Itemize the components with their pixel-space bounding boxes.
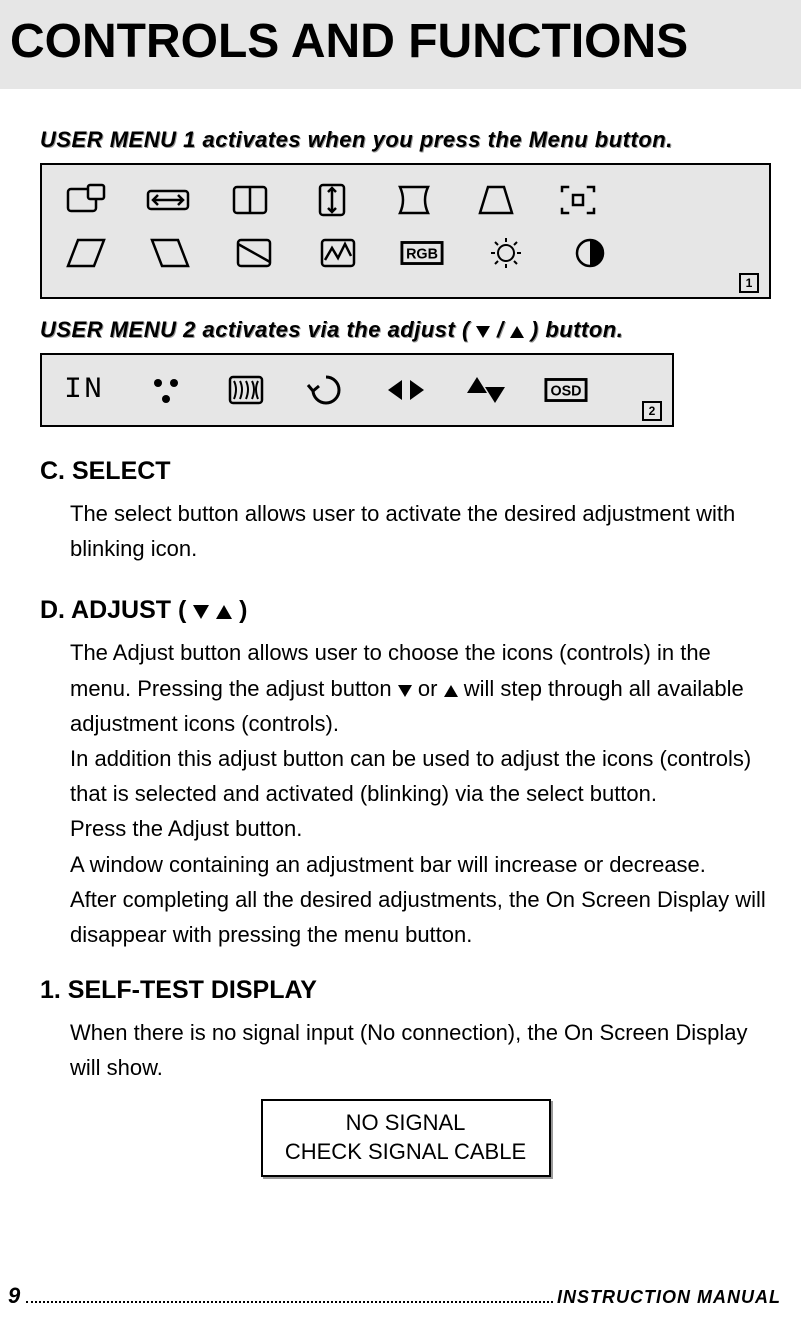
svg-text:RGB: RGB bbox=[406, 247, 438, 263]
section-c-heading: C. SELECT bbox=[40, 457, 771, 486]
brightness-icon bbox=[484, 234, 528, 272]
section-d-p1: The Adjust button allows user to choose … bbox=[70, 635, 771, 741]
h-size-icon bbox=[146, 181, 190, 219]
footer: 9 INSTRUCTION MANUAL bbox=[8, 1283, 781, 1309]
menu1-heading: USER MENU 1 activates when you press the… bbox=[40, 127, 771, 153]
up-triangle-icon bbox=[510, 326, 524, 338]
osd-icon: OSD bbox=[544, 371, 588, 409]
footer-label: INSTRUCTION MANUAL bbox=[557, 1287, 781, 1308]
rgb-icon: RGB bbox=[400, 234, 444, 272]
section-d-heading-pre: D. ADJUST ( bbox=[40, 596, 186, 624]
input-text-icon: IN bbox=[64, 371, 108, 409]
convergence-icon bbox=[144, 371, 188, 409]
section-d-p1-mid: or bbox=[418, 676, 444, 701]
down-triangle-icon bbox=[398, 685, 412, 697]
section-d-p3: Press the Adjust button. bbox=[70, 811, 771, 846]
pincushion-icon bbox=[392, 181, 436, 219]
section-c: C. SELECT The select button allows user … bbox=[40, 457, 771, 566]
footer-dots bbox=[26, 1301, 553, 1303]
moire-icon bbox=[224, 371, 268, 409]
parallelogram-right-icon bbox=[148, 234, 192, 272]
section-d-heading-post: ) bbox=[239, 596, 247, 624]
recall-icon bbox=[304, 371, 348, 409]
h-position-icon bbox=[228, 181, 272, 219]
menu2-heading: USER MENU 2 activates via the adjust ( /… bbox=[40, 317, 771, 343]
title-bar: CONTROLS AND FUNCTIONS bbox=[0, 0, 801, 89]
page-number: 9 bbox=[8, 1283, 20, 1309]
menu2-heading-post: ) button. bbox=[531, 317, 623, 342]
section-1-body: When there is no signal input (No connec… bbox=[70, 1015, 771, 1085]
no-signal-line2: CHECK SIGNAL CABLE bbox=[275, 1138, 537, 1167]
pip-icon bbox=[64, 181, 108, 219]
menu2-heading-pre: USER MENU 2 activates via the adjust ( bbox=[40, 317, 470, 342]
parallelogram-left-icon bbox=[64, 234, 108, 272]
up-down-icon bbox=[464, 371, 508, 409]
no-signal-box: NO SIGNAL CHECK SIGNAL CABLE bbox=[261, 1099, 551, 1176]
panel1-number: 1 bbox=[739, 273, 759, 293]
rotation-icon bbox=[232, 234, 276, 272]
section-d-p4: A window containing an adjustment bar wi… bbox=[70, 847, 771, 882]
no-signal-line1: NO SIGNAL bbox=[275, 1109, 537, 1138]
svg-text:OSD: OSD bbox=[550, 384, 581, 400]
section-d: D. ADJUST ( ) The Adjust button allows u… bbox=[40, 596, 771, 952]
section-c-body: The select button allows user to activat… bbox=[70, 496, 771, 566]
page-title: CONTROLS AND FUNCTIONS bbox=[10, 14, 801, 69]
v-size-icon bbox=[310, 181, 354, 219]
zoom-icon bbox=[556, 181, 600, 219]
section-1: 1. SELF-TEST DISPLAY When there is no si… bbox=[40, 976, 771, 1177]
down-triangle-icon bbox=[193, 605, 209, 619]
left-right-icon bbox=[384, 371, 428, 409]
trapezoid-icon bbox=[474, 181, 518, 219]
section-d-heading: D. ADJUST ( ) bbox=[40, 596, 771, 625]
up-triangle-icon bbox=[444, 685, 458, 697]
contrast-icon bbox=[568, 234, 612, 272]
section-1-heading: 1. SELF-TEST DISPLAY bbox=[40, 976, 771, 1005]
section-d-p5: After completing all the desired adjustm… bbox=[70, 882, 771, 952]
menu2-panel: IN OSD 2 bbox=[40, 353, 674, 427]
degauss-icon bbox=[316, 234, 360, 272]
panel2-number: 2 bbox=[642, 401, 662, 421]
down-triangle-icon bbox=[476, 326, 490, 338]
up-triangle-icon bbox=[216, 605, 232, 619]
section-d-p2: In addition this adjust button can be us… bbox=[70, 741, 771, 811]
menu1-panel: RGB 1 bbox=[40, 163, 771, 299]
